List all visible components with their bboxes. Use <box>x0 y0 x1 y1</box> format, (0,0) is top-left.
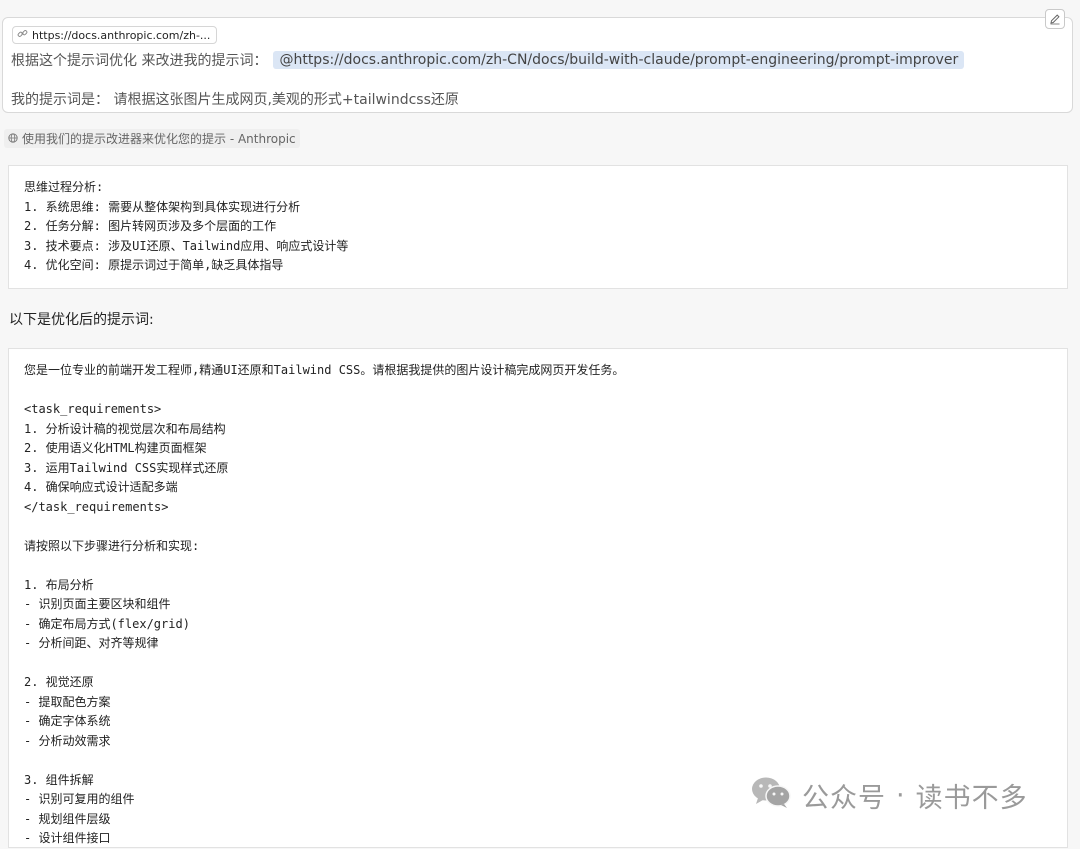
edit-button[interactable] <box>1045 9 1065 29</box>
url-mention[interactable]: @https://docs.anthropic.com/zh-CN/docs/b… <box>273 51 965 69</box>
context-chip-label: https://docs.anthropic.com/zh-... <box>32 28 211 42</box>
optimized-line: 4. 确保响应式设计适配多端 <box>24 480 178 494</box>
watermark: 公众号 · 读书不多 <box>750 775 1028 816</box>
optimized-line: 请按照以下步骤进行分析和实现: <box>24 538 200 553</box>
source-link-label: 使用我们的提示改进器来优化您的提示 - Anthropic <box>22 132 296 146</box>
optimized-line <box>9 556 1067 576</box>
context-chip[interactable]: https://docs.anthropic.com/zh-... <box>12 26 218 44</box>
optimized-line <box>9 517 1067 537</box>
prompt-text: 根据这个提示词优化 来改进我的提示词： <box>11 53 268 69</box>
thinking-line: 4. 优化空间: 原提示词过于简单,缺乏具体指导 <box>24 258 284 272</box>
source-link[interactable]: 使用我们的提示改进器来优化您的提示 - Anthropic <box>4 129 300 148</box>
thinking-line: 3. 技术要点: 涉及UI还原、Tailwind应用、响应式设计等 <box>24 238 349 253</box>
watermark-account-label: 公众号 <box>802 783 886 814</box>
link-icon <box>17 28 28 42</box>
thinking-line: 1. 系统思维: 需要从整体架构到具体实现进行分析 <box>24 199 301 214</box>
optimized-line: <task_requirements> <box>24 402 162 416</box>
optimized-line: - 分析间距、对齐等规律 <box>24 636 159 650</box>
optimized-line <box>9 654 1067 674</box>
prompt-line-2: 我的提示词是： 请根据这张图片生成网页,美观的形式+tailwindcss还原 <box>11 92 459 108</box>
optimized-line: 2. 视觉还原 <box>24 675 94 689</box>
optimized-line: 3. 运用Tailwind CSS实现样式还原 <box>24 460 229 475</box>
watermark-dot: · <box>896 780 906 811</box>
wechat-icon <box>750 775 792 816</box>
thinking-code-block: 思维过程分析: 1. 系统思维: 需要从整体架构到具体实现进行分析 2. 任务分解:… <box>8 165 1068 289</box>
optimized-line: 1. 分析设计稿的视觉层次和布局结构 <box>24 421 226 436</box>
optimized-line: - 确定字体系统 <box>24 714 111 728</box>
prompt-line-1: 根据这个提示词优化 来改进我的提示词： @https://docs.anthro… <box>11 49 965 71</box>
watermark-account-name: 读书不多 <box>915 783 1028 814</box>
pencil-icon <box>1049 10 1061 29</box>
prompt-input-card[interactable]: https://docs.anthropic.com/zh-... 根据这个提示… <box>2 9 1073 113</box>
optimized-line <box>9 381 1067 401</box>
thinking-line: 思维过程分析: <box>24 180 104 194</box>
optimized-line: - 确定布局方式(flex/grid) <box>24 616 190 631</box>
optimized-line: 您是一位专业的前端开发工程师,精通UI还原和Tailwind CSS。请根据我提… <box>24 363 625 377</box>
optimized-line: - 设计组件接口 <box>24 831 111 845</box>
intro-text: 以下是优化后的提示词: <box>9 312 154 328</box>
optimized-prompt-code-block: 您是一位专业的前端开发工程师,精通UI还原和Tailwind CSS。请根据我提… <box>8 348 1068 848</box>
optimized-line: </task_requirements> <box>24 499 169 514</box>
optimized-line <box>9 751 1067 771</box>
optimized-line: - 分析动效需求 <box>24 733 111 748</box>
optimized-line: - 识别页面主要区块和组件 <box>24 597 171 611</box>
thinking-line: 2. 任务分解: 图片转网页涉及多个层面的工作 <box>24 219 277 233</box>
optimized-line: 2. 使用语义化HTML构建页面框架 <box>24 441 207 455</box>
globe-icon <box>8 132 18 146</box>
optimized-line: - 提取配色方案 <box>24 694 111 709</box>
optimized-line: 1. 布局分析 <box>24 577 94 592</box>
